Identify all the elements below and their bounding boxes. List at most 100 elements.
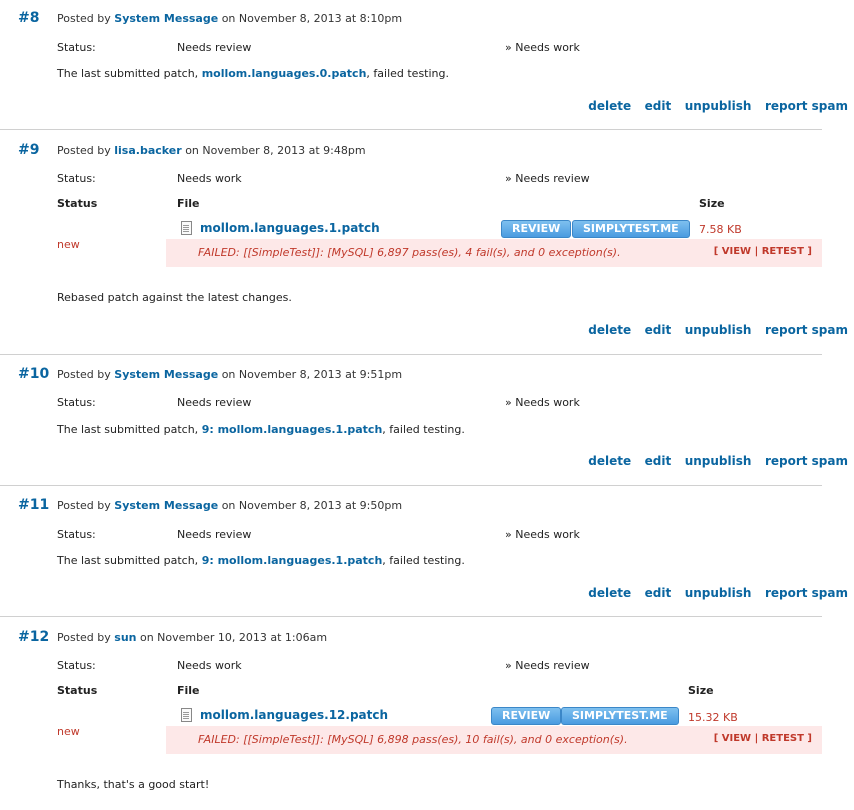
report-spam-link[interactable]: report spam — [765, 586, 848, 600]
review-button[interactable]: REVIEW — [501, 220, 572, 238]
status-label: Status: — [57, 396, 96, 409]
divider — [0, 485, 822, 486]
file-link[interactable]: mollom.languages.12.patch — [200, 708, 388, 722]
test-result-text: FAILED: [[SimpleTest]]: [MySQL] 6,897 pa… — [198, 246, 621, 259]
delete-link[interactable]: delete — [588, 99, 631, 113]
comment-actions: delete edit unpublish report spam — [578, 99, 848, 113]
comment-date: on November 8, 2013 at 8:10pm — [221, 12, 403, 25]
status-from: Needs review — [177, 41, 252, 54]
comment-meta: Posted by lisa.backer on November 8, 201… — [57, 144, 366, 157]
unpublish-link[interactable]: unpublish — [685, 454, 752, 468]
comment-body: The last submitted patch, mollom.languag… — [57, 67, 450, 80]
status-from: Needs review — [177, 396, 252, 409]
divider — [0, 129, 822, 130]
comment-number[interactable]: #12 — [18, 629, 49, 645]
file-status-new: new — [57, 238, 80, 251]
test-result-actions: [ VIEW | RETEST ] — [713, 246, 812, 257]
comment-date: on November 8, 2013 at 9:51pm — [221, 368, 403, 381]
comment-number[interactable]: #10 — [18, 366, 49, 382]
status-label: Status: — [57, 528, 96, 541]
delete-link[interactable]: delete — [588, 454, 631, 468]
status-to: » Needs work — [505, 396, 580, 409]
patch-link[interactable]: mollom.languages.0.patch — [202, 67, 367, 80]
author-link[interactable]: System Message — [114, 12, 218, 25]
file-column-header: File — [177, 684, 200, 697]
status-from: Needs work — [177, 659, 242, 672]
test-result-bar: FAILED: [[SimpleTest]]: [MySQL] 6,897 pa… — [166, 239, 822, 267]
status-to: » Needs review — [505, 172, 590, 185]
posted-by-label: Posted by — [57, 12, 111, 25]
comment-meta: Posted by System Message on November 8, … — [57, 368, 402, 381]
report-spam-link[interactable]: report spam — [765, 323, 848, 337]
review-button[interactable]: REVIEW — [491, 707, 562, 725]
retest-link[interactable]: RETEST — [762, 733, 804, 744]
file-link[interactable]: mollom.languages.1.patch — [200, 221, 380, 235]
divider — [0, 354, 822, 355]
comment-meta: Posted by sun on November 10, 2013 at 1:… — [57, 631, 327, 644]
unpublish-link[interactable]: unpublish — [685, 99, 752, 113]
comment-actions: delete edit unpublish report spam — [578, 323, 848, 337]
report-spam-link[interactable]: report spam — [765, 454, 848, 468]
comment-actions: delete edit unpublish report spam — [578, 586, 848, 600]
posted-by-label: Posted by — [57, 499, 111, 512]
status-from: Needs review — [177, 528, 252, 541]
comment-body: The last submitted patch, 9: mollom.lang… — [57, 423, 465, 436]
file-icon — [181, 221, 192, 235]
status-to: » Needs work — [505, 528, 580, 541]
comment-body: Thanks, that's a good start! — [57, 778, 210, 791]
divider — [0, 616, 822, 617]
author-link[interactable]: System Message — [114, 499, 218, 512]
edit-link[interactable]: edit — [645, 323, 672, 337]
view-link[interactable]: VIEW — [722, 733, 751, 744]
report-spam-link[interactable]: report spam — [765, 99, 848, 113]
author-link[interactable]: lisa.backer — [114, 144, 181, 157]
comment-meta: Posted by System Message on November 8, … — [57, 12, 402, 25]
test-result-text: FAILED: [[SimpleTest]]: [MySQL] 6,898 pa… — [198, 733, 628, 746]
simplytest-button[interactable]: SIMPLYTEST.ME — [572, 220, 690, 238]
author-link[interactable]: System Message — [114, 368, 218, 381]
comment-date: on November 8, 2013 at 9:48pm — [185, 144, 366, 157]
unpublish-link[interactable]: unpublish — [685, 323, 752, 337]
size-column-header: Size — [688, 684, 714, 697]
file-status-new: new — [57, 725, 80, 738]
status-from: Needs work — [177, 172, 242, 185]
status-to: » Needs review — [505, 659, 590, 672]
comment-actions: delete edit unpublish report spam — [578, 454, 848, 468]
status-label: Status: — [57, 172, 96, 185]
file-size: 15.32 KB — [688, 711, 738, 724]
size-column-header: Size — [699, 197, 725, 210]
comment-date: on November 10, 2013 at 1:06am — [139, 631, 328, 644]
test-result-actions: [ VIEW | RETEST ] — [713, 733, 812, 744]
status-to: » Needs work — [505, 41, 580, 54]
comment-meta: Posted by System Message on November 8, … — [57, 499, 402, 512]
patch-link[interactable]: 9: mollom.languages.1.patch — [202, 423, 383, 436]
delete-link[interactable]: delete — [588, 323, 631, 337]
test-result-bar: FAILED: [[SimpleTest]]: [MySQL] 6,898 pa… — [166, 726, 822, 754]
comment-number[interactable]: #8 — [18, 10, 39, 26]
file-size: 7.58 KB — [699, 223, 742, 236]
edit-link[interactable]: edit — [645, 99, 672, 113]
comment-date: on November 8, 2013 at 9:50pm — [221, 499, 403, 512]
status-column-header: Status — [57, 197, 98, 210]
comment-body: Rebased patch against the latest changes… — [57, 291, 292, 304]
simplytest-button[interactable]: SIMPLYTEST.ME — [561, 707, 679, 725]
patch-link[interactable]: 9: mollom.languages.1.patch — [202, 554, 383, 567]
status-column-header: Status — [57, 684, 98, 697]
comment-number[interactable]: #9 — [18, 142, 39, 158]
posted-by-label: Posted by — [57, 144, 111, 157]
retest-link[interactable]: RETEST — [762, 246, 804, 257]
file-column-header: File — [177, 197, 200, 210]
status-label: Status: — [57, 41, 96, 54]
file-icon — [181, 708, 192, 722]
status-label: Status: — [57, 659, 96, 672]
delete-link[interactable]: delete — [588, 586, 631, 600]
edit-link[interactable]: edit — [645, 586, 672, 600]
author-link[interactable]: sun — [114, 631, 136, 644]
unpublish-link[interactable]: unpublish — [685, 586, 752, 600]
view-link[interactable]: VIEW — [722, 246, 751, 257]
comment-body: The last submitted patch, 9: mollom.lang… — [57, 554, 465, 567]
posted-by-label: Posted by — [57, 631, 111, 644]
edit-link[interactable]: edit — [645, 454, 672, 468]
comment-number[interactable]: #11 — [18, 497, 49, 513]
posted-by-label: Posted by — [57, 368, 111, 381]
